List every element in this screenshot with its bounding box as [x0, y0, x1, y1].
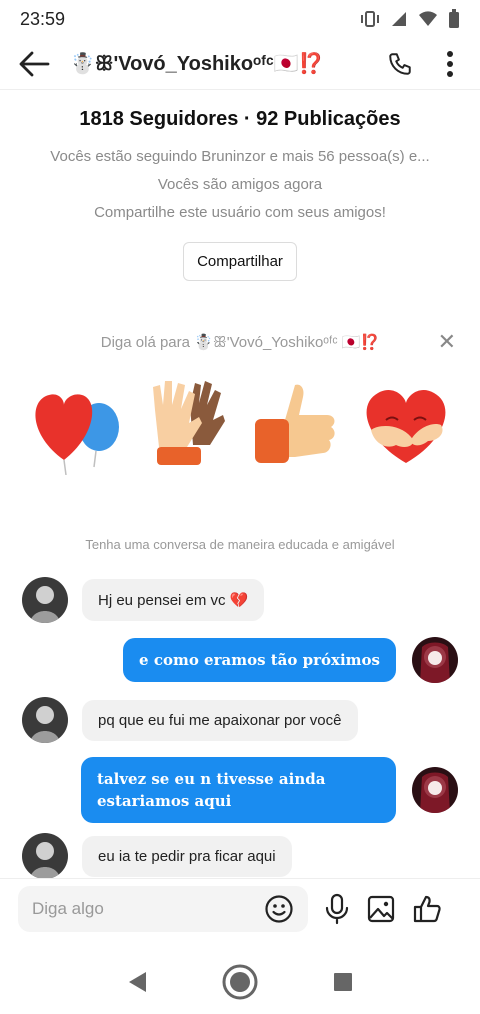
conversation-hint: Tenha uma conversa de maneira educada e … — [85, 537, 395, 552]
signal-icon — [392, 12, 406, 26]
message-row: e como eramos tão próximos — [123, 637, 458, 683]
vibrate-icon — [361, 11, 379, 27]
message-bubble-outgoing[interactable]: talvez se eu n tivesse ainda estariamos … — [81, 757, 396, 823]
chat-title[interactable]: ☃️ꕥ'Vovó_Yoshikoᵒᶠᶜ🇯🇵⁉️ — [70, 51, 384, 76]
close-icon[interactable]: ✕ — [438, 330, 456, 354]
contact-avatar[interactable] — [22, 697, 68, 743]
nav-back-icon[interactable] — [126, 970, 148, 994]
message-bubble-incoming[interactable]: eu ia te pedir pra ficar aqui — [82, 835, 292, 877]
message-bubble-incoming[interactable]: pq que eu fui me apaixonar por você — [82, 699, 358, 741]
back-button[interactable] — [14, 44, 54, 84]
friends-line: Vocês são amigos agora — [157, 176, 323, 193]
phone-icon — [389, 52, 411, 75]
battery-icon — [449, 9, 459, 28]
profile-stats: 1818 Seguidores · 92 Publicações — [79, 108, 401, 130]
message-input[interactable]: Diga algo — [18, 885, 308, 932]
message-input-placeholder: Diga algo — [32, 898, 104, 918]
profile-info: 1818 Seguidores · 92 Publicações Vocês e… — [0, 108, 480, 281]
chat-header: ☃️ꕥ'Vovó_Yoshikoᵒᶠᶜ🇯🇵⁉️ — [0, 38, 480, 90]
nav-recents-icon[interactable] — [332, 971, 354, 993]
system-nav-bar — [0, 950, 480, 1014]
user-avatar[interactable] — [412, 767, 458, 813]
emoji-icon[interactable] — [264, 894, 294, 924]
high-five-sticker[interactable] — [135, 375, 235, 475]
wifi-icon — [419, 11, 437, 26]
contact-avatar[interactable] — [22, 577, 68, 623]
message-bubble-outgoing[interactable]: e como eramos tão próximos — [123, 638, 396, 682]
say-hello-text: Diga olá para ☃️ꕥ'Vovó_Yoshikoᵒᶠᶜ 🇯🇵⁉️ — [100, 334, 380, 351]
share-line: Compartilhe este usuário com seus amigos… — [94, 204, 386, 221]
status-bar: 23:59 — [0, 0, 480, 38]
thumbs-up-icon[interactable] — [412, 894, 442, 924]
call-button[interactable] — [384, 48, 416, 80]
contact-avatar[interactable] — [22, 833, 68, 879]
message-row: pq que eu fui me apaixonar por você — [22, 697, 358, 743]
user-avatar[interactable] — [412, 637, 458, 683]
say-hello-row: Diga olá para ☃️ꕥ'Vovó_Yoshikoᵒᶠᶜ 🇯🇵⁉️ ✕ — [0, 330, 480, 354]
status-time: 23:59 — [20, 8, 66, 29]
following-line: Vocês estão seguindo Bruninzor e mais 56… — [50, 148, 430, 165]
message-row: eu ia te pedir pra ficar aqui — [22, 833, 292, 879]
thumbs-up-sticker[interactable] — [245, 375, 345, 475]
composer: Diga algo — [0, 878, 480, 938]
more-vert-icon — [447, 50, 453, 77]
share-button[interactable]: Compartilhar — [183, 242, 297, 281]
sticker-row — [24, 375, 456, 475]
status-icons — [360, 9, 460, 29]
message-row: talvez se eu n tivesse ainda estariamos … — [81, 757, 458, 823]
mic-icon[interactable] — [324, 893, 350, 925]
image-icon[interactable] — [366, 894, 396, 924]
message-row: Hj eu pensei em vc 💔 — [22, 577, 265, 623]
nav-home-icon[interactable] — [221, 963, 259, 1001]
heart-hug-sticker[interactable] — [356, 375, 456, 475]
back-arrow-icon — [19, 51, 50, 76]
more-button[interactable] — [434, 48, 466, 80]
message-bubble-incoming[interactable]: Hj eu pensei em vc 💔 — [82, 579, 265, 621]
heart-balloons-sticker[interactable] — [24, 375, 124, 475]
